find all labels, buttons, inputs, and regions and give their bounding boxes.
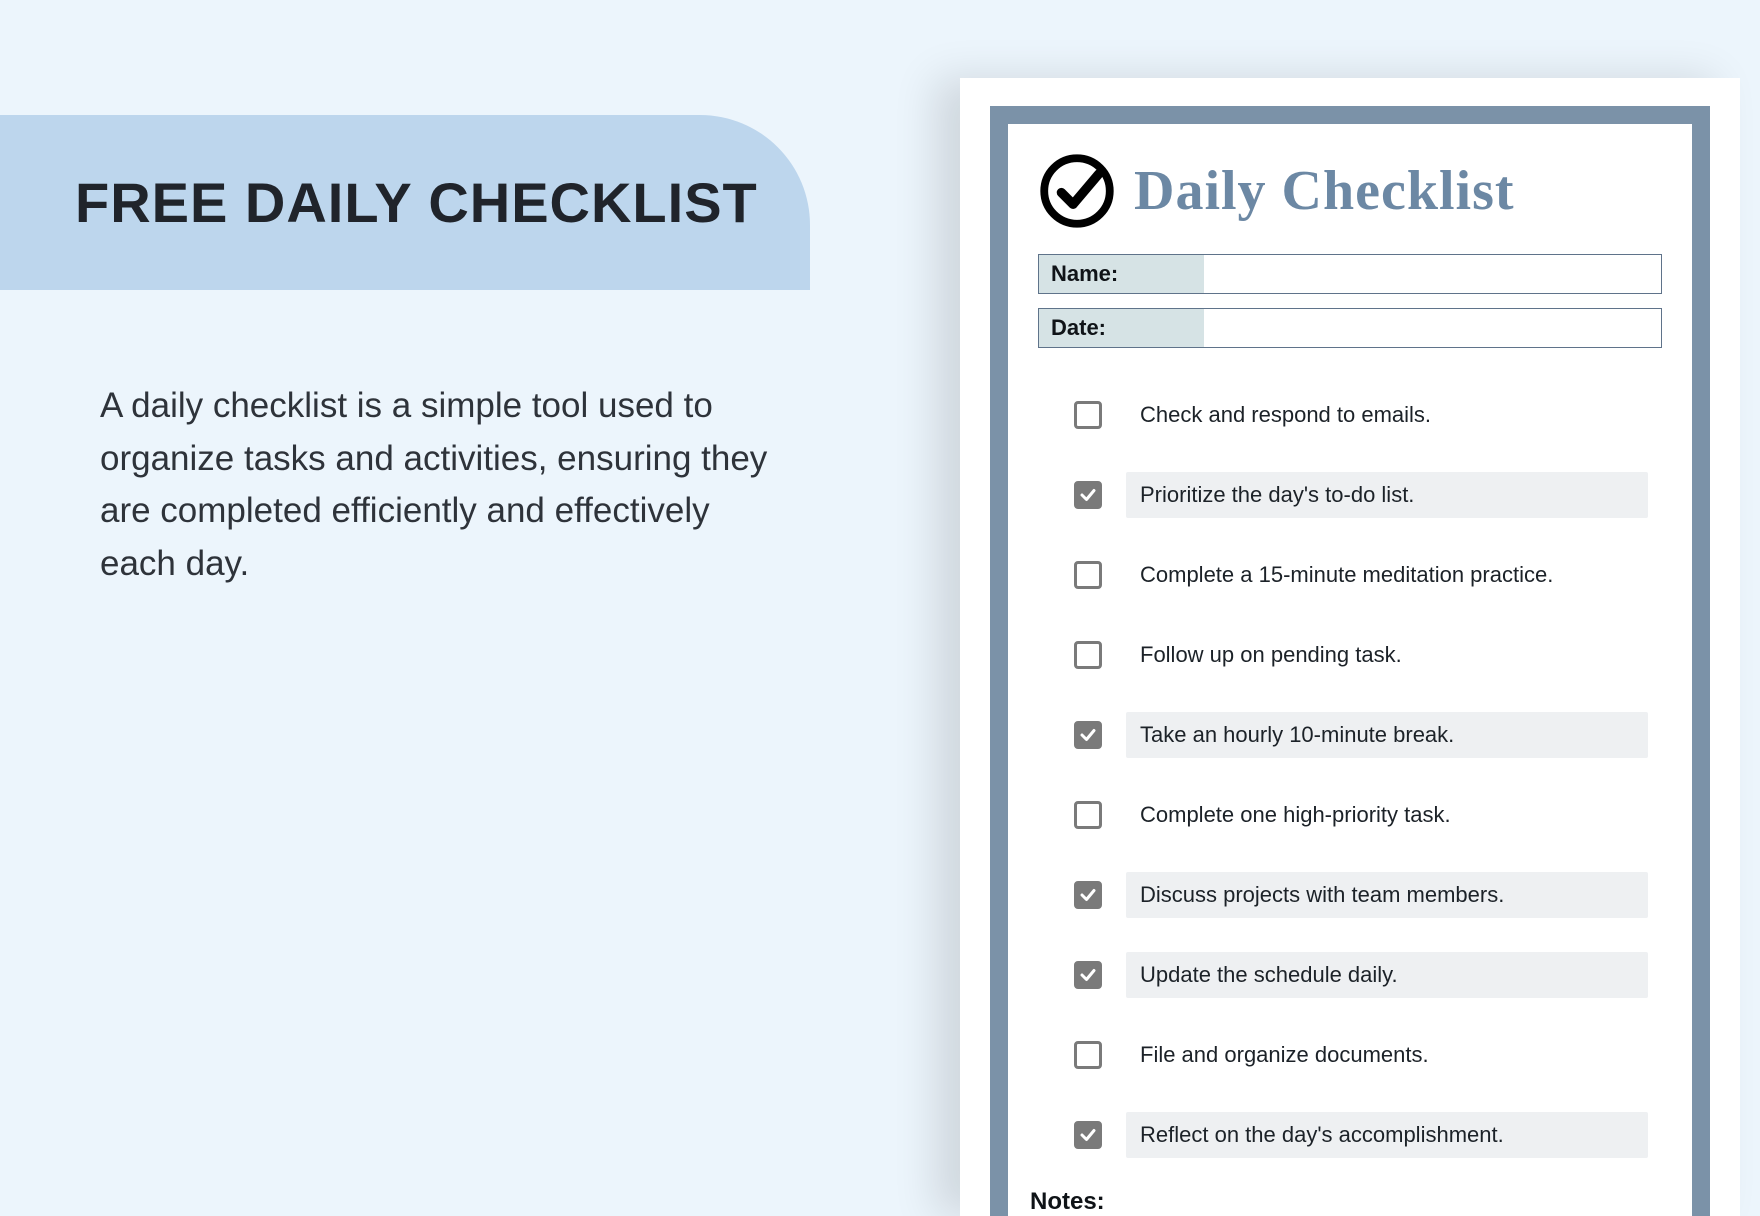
name-field-value[interactable] (1204, 255, 1661, 293)
list-item: Reflect on the day's accomplishment. (1038, 1102, 1662, 1168)
list-item-label: Prioritize the day's to-do list. (1126, 472, 1648, 518)
checkmark-circle-icon (1038, 152, 1116, 230)
list-item-label: Check and respond to emails. (1126, 392, 1648, 438)
list-item-label: Complete a 15-minute meditation practice… (1126, 552, 1648, 598)
list-item: File and organize documents. (1038, 1022, 1662, 1088)
date-field-label: Date: (1039, 309, 1204, 347)
list-item-label: Reflect on the day's accomplishment. (1126, 1112, 1648, 1158)
list-item-label: File and organize documents. (1126, 1032, 1648, 1078)
list-item: Complete one high-priority task. (1038, 782, 1662, 848)
list-item: Take an hourly 10-minute break. (1038, 702, 1662, 768)
checkbox[interactable] (1074, 481, 1102, 509)
checkbox[interactable] (1074, 561, 1102, 589)
page-title: FREE DAILY CHECKLIST (75, 170, 758, 235)
list-item: Update the schedule daily. (1038, 942, 1662, 1008)
list-item: Prioritize the day's to-do list. (1038, 462, 1662, 528)
checkbox[interactable] (1074, 721, 1102, 749)
list-item-label: Take an hourly 10-minute break. (1126, 712, 1648, 758)
checkbox[interactable] (1074, 961, 1102, 989)
list-item: Follow up on pending task. (1038, 622, 1662, 688)
checkbox[interactable] (1074, 801, 1102, 829)
document-header: Daily Checklist (1038, 152, 1662, 230)
date-field-row: Date: (1038, 308, 1662, 348)
checklist-items: Check and respond to emails. Prioritize t… (1038, 382, 1662, 1168)
notes-label: Notes: (1030, 1188, 1662, 1216)
list-item-label: Discuss projects with team members. (1126, 872, 1648, 918)
description-text: A daily checklist is a simple tool used … (100, 380, 770, 590)
checkbox[interactable] (1074, 1121, 1102, 1149)
title-banner: FREE DAILY CHECKLIST (0, 115, 810, 290)
list-item-label: Follow up on pending task. (1126, 632, 1648, 678)
list-item: Complete a 15-minute meditation practice… (1038, 542, 1662, 608)
checkbox[interactable] (1074, 401, 1102, 429)
list-item-label: Complete one high-priority task. (1126, 792, 1648, 838)
list-item-label: Update the schedule daily. (1126, 952, 1648, 998)
date-field-value[interactable] (1204, 309, 1661, 347)
checkbox[interactable] (1074, 641, 1102, 669)
document-inner: Daily Checklist Name: Date: Check and re… (990, 106, 1710, 1216)
list-item: Discuss projects with team members. (1038, 862, 1662, 928)
name-field-row: Name: (1038, 254, 1662, 294)
document-title: Daily Checklist (1134, 159, 1515, 223)
list-item: Check and respond to emails. (1038, 382, 1662, 448)
checkbox[interactable] (1074, 1041, 1102, 1069)
checkbox[interactable] (1074, 881, 1102, 909)
name-field-label: Name: (1039, 255, 1204, 293)
document-preview: Daily Checklist Name: Date: Check and re… (960, 78, 1740, 1216)
